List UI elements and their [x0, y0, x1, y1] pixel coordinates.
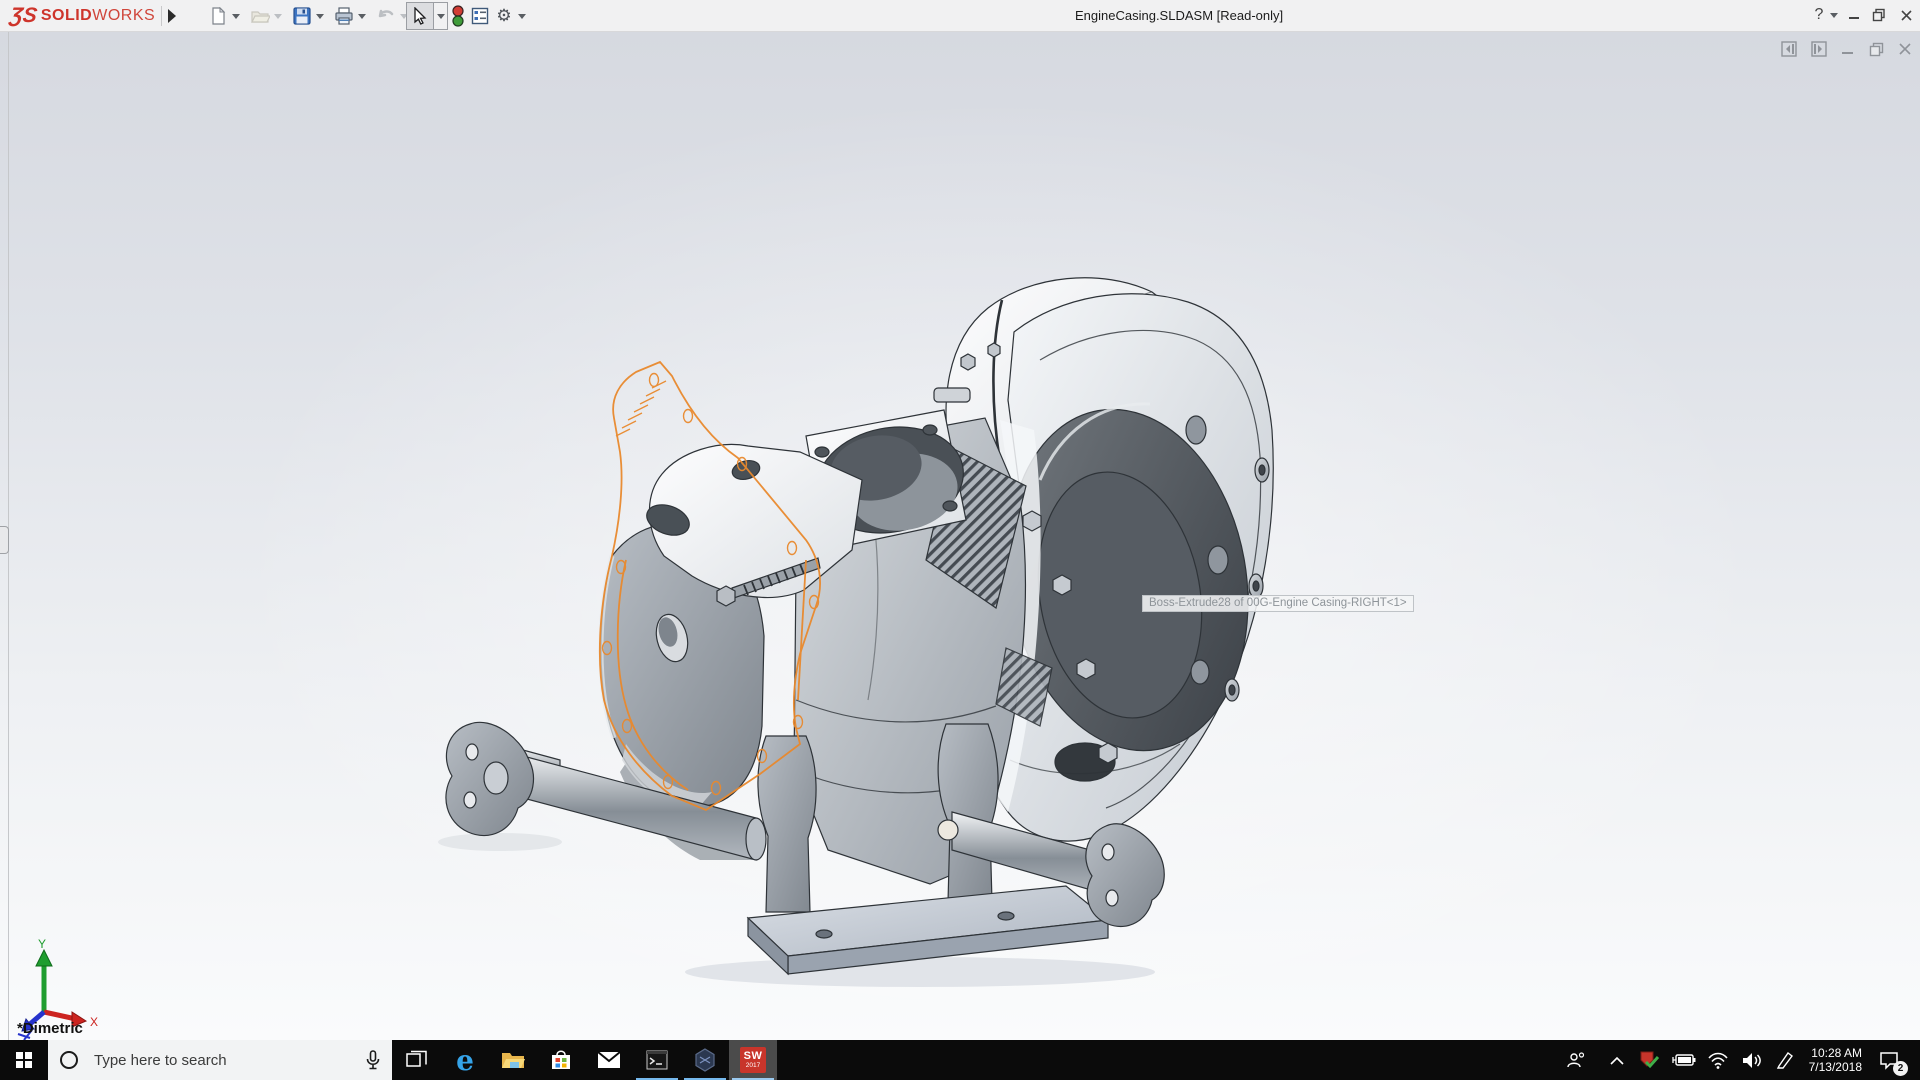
help-dropdown[interactable] [1830, 13, 1838, 18]
file-explorer-icon [501, 1050, 525, 1070]
taskbar-search[interactable] [48, 1040, 392, 1080]
open-button[interactable] [248, 4, 272, 28]
search-input[interactable] [94, 1040, 344, 1080]
open-folder-icon [251, 7, 270, 25]
solidworks-taskbar-button[interactable]: SW 2017 [729, 1040, 777, 1080]
undo-button [374, 4, 398, 28]
command-prompt-button[interactable] [633, 1040, 681, 1080]
new-document-dropdown[interactable] [232, 14, 240, 19]
solidworks-icon-label: SW [744, 1051, 763, 1062]
options-dropdown[interactable] [518, 14, 526, 19]
close-button[interactable] [1893, 2, 1919, 28]
volume-tray[interactable] [1736, 1040, 1768, 1080]
restore-button[interactable] [1866, 2, 1892, 28]
undo-icon [376, 7, 396, 25]
start-button[interactable] [0, 1040, 48, 1080]
mail-icon [597, 1051, 621, 1069]
minimize-icon [1848, 9, 1860, 21]
hexagon-app-button[interactable] [681, 1040, 729, 1080]
store-button[interactable] [537, 1040, 585, 1080]
network-tray[interactable] [1702, 1040, 1734, 1080]
list-panel-icon [471, 7, 489, 25]
pen-tray[interactable] [1770, 1040, 1800, 1080]
wifi-icon [1707, 1052, 1729, 1069]
triad-y-label: Y [38, 937, 46, 951]
task-view-icon [406, 1050, 428, 1070]
menu-flyout-arrow-icon[interactable] [168, 9, 176, 23]
traffic-light-icon [451, 5, 465, 27]
chevron-down-icon [437, 14, 445, 19]
windows-logo-icon [16, 1052, 32, 1068]
display-settings-button[interactable] [468, 4, 492, 28]
edge-button[interactable]: e [441, 1040, 489, 1080]
solidworks-monitor-tray[interactable] [1634, 1040, 1664, 1080]
toolbar-separator [161, 6, 162, 26]
engine-casing-model[interactable]: Y X [0, 32, 1920, 1040]
pen-icon [1776, 1051, 1794, 1069]
print-icon [334, 7, 354, 25]
battery-icon [1672, 1053, 1696, 1067]
title-bar: ƷS SOLID WORKS [0, 0, 1920, 32]
mail-button[interactable] [585, 1040, 633, 1080]
select-cursor-icon [412, 7, 428, 25]
view-orientation-label: *Dimetric [17, 1020, 83, 1037]
save-button[interactable] [290, 4, 314, 28]
print-button[interactable] [332, 4, 356, 28]
print-dropdown[interactable] [358, 14, 366, 19]
rebuild-traffic-light-button[interactable] [446, 4, 470, 28]
hexagon-app-icon [694, 1048, 716, 1072]
windows-taskbar: e [0, 1040, 1920, 1080]
triad-x-label: X [90, 1015, 98, 1029]
close-icon [1900, 9, 1913, 22]
save-dropdown[interactable] [316, 14, 324, 19]
clock-date: 7/13/2018 [1809, 1060, 1862, 1074]
solidworks-check-icon [1638, 1050, 1660, 1070]
chevron-up-icon [1610, 1056, 1624, 1065]
microphone-icon[interactable] [364, 1050, 382, 1070]
task-view-button[interactable] [393, 1040, 441, 1080]
taskbar-clock[interactable]: 10:28 AM 7/13/2018 [1800, 1040, 1862, 1080]
people-icon [1566, 1051, 1586, 1069]
graphics-viewport[interactable]: Y X Boss-Extrude28 of 00G-Engine Casing-… [0, 32, 1920, 1040]
window-title: EngineCasing.SLDASM [Read-only] [1075, 8, 1283, 23]
file-explorer-button[interactable] [489, 1040, 537, 1080]
gear-icon: ⚙ [496, 6, 511, 26]
brand-solid: SOLID [41, 7, 92, 25]
solidworks-app-icon: SW 2017 [740, 1047, 766, 1073]
model-geometry [438, 278, 1274, 987]
edge-icon: e [456, 1044, 474, 1077]
help-button[interactable]: ? [1806, 2, 1832, 28]
solidworks-emblem-icon: ƷS [8, 4, 38, 28]
feature-tooltip: Boss-Extrude28 of 00G-Engine Casing-RIGH… [1142, 595, 1414, 612]
open-dropdown [274, 14, 282, 19]
new-document-icon [209, 7, 227, 25]
speaker-icon [1742, 1052, 1762, 1069]
battery-tray[interactable] [1668, 1040, 1700, 1080]
tray-overflow-button[interactable] [1602, 1040, 1632, 1080]
brand-works: WORKS [92, 7, 155, 25]
solidworks-icon-year: 2017 [746, 1063, 760, 1070]
select-tool-button[interactable] [406, 2, 434, 30]
new-document-button[interactable] [206, 4, 230, 28]
cortana-icon [60, 1051, 78, 1069]
clock-time: 10:28 AM [1811, 1046, 1862, 1060]
screen: ƷS SOLID WORKS [0, 0, 1920, 1080]
restore-icon [1872, 8, 1886, 22]
store-icon [550, 1049, 572, 1071]
notification-badge[interactable]: 2 [1893, 1061, 1908, 1076]
minimize-button[interactable] [1841, 2, 1867, 28]
options-button[interactable]: ⚙ [492, 4, 516, 28]
people-button[interactable] [1560, 1040, 1592, 1080]
command-prompt-icon [646, 1050, 668, 1070]
solidworks-logo: ƷS SOLID WORKS [10, 4, 155, 28]
help-icon: ? [1815, 6, 1824, 24]
save-floppy-icon [293, 7, 311, 25]
